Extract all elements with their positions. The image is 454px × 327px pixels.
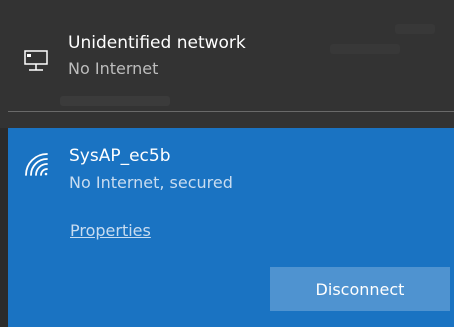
- background-blur: [395, 24, 435, 34]
- network-name: SysAP_ec5b: [69, 146, 171, 166]
- network-name: Unidentified network: [68, 33, 246, 53]
- background-blur: [330, 44, 400, 54]
- ethernet-monitor-icon: [22, 48, 52, 76]
- wifi-signal-icon: [22, 150, 52, 178]
- network-item-unidentified[interactable]: Unidentified network No Internet: [0, 0, 454, 128]
- background-blur: [60, 96, 170, 106]
- disconnect-button[interactable]: Disconnect: [270, 267, 450, 311]
- network-item-sysap[interactable]: SysAP_ec5b No Internet, secured Properti…: [8, 128, 454, 327]
- divider: [8, 111, 454, 112]
- network-status: No Internet, secured: [69, 173, 233, 192]
- properties-link[interactable]: Properties: [70, 221, 151, 240]
- network-status: No Internet: [68, 59, 159, 78]
- network-flyout: Unidentified network No Internet SysAP_e…: [0, 0, 454, 327]
